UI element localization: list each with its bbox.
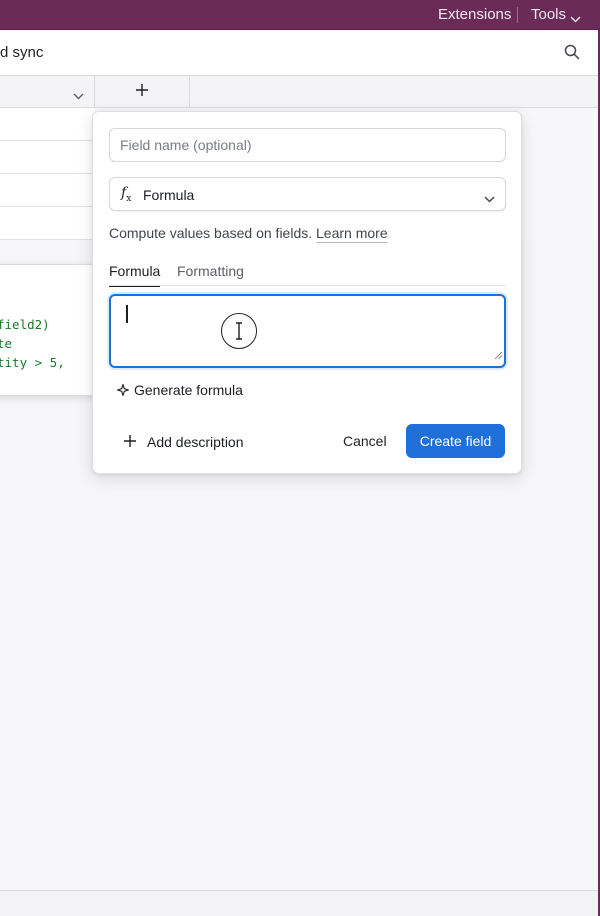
formula-example-popup: field2) te tity > 5, — [0, 264, 102, 396]
text-cursor-icon — [234, 322, 244, 345]
chevron-down-icon[interactable] — [570, 10, 581, 28]
search-icon[interactable] — [564, 44, 580, 65]
learn-more-link[interactable]: Learn more — [316, 225, 388, 243]
view-toolbar: d sync — [0, 30, 600, 76]
tools-menu[interactable]: Tools — [531, 6, 566, 23]
add-field-button[interactable] — [95, 76, 190, 108]
table-row[interactable] — [0, 174, 95, 207]
table-row[interactable] — [0, 207, 95, 240]
app-top-bar: Extensions Tools — [0, 0, 600, 30]
table-row[interactable] — [0, 108, 95, 141]
extensions-menu[interactable]: Extensions — [438, 6, 511, 23]
mouse-cursor-indicator — [221, 313, 257, 349]
field-name-input[interactable] — [109, 128, 506, 162]
plus-icon — [123, 434, 137, 453]
chevron-down-icon — [484, 190, 495, 208]
grid-rows — [0, 108, 95, 240]
create-field-button[interactable]: Create field — [406, 424, 505, 458]
formula-tabs: Formula Formatting — [109, 263, 506, 287]
code-line: tity > 5, — [0, 355, 65, 370]
grid-column-header — [0, 76, 600, 108]
code-line: field2) — [0, 317, 50, 332]
formula-editor[interactable] — [109, 294, 506, 368]
formula-icon: fx — [121, 185, 132, 204]
add-description-label: Add description — [147, 434, 244, 450]
field-type-select[interactable]: fx Formula — [109, 177, 506, 211]
text-caret — [126, 305, 128, 323]
tab-formula[interactable]: Formula — [109, 263, 161, 287]
menu-divider — [517, 7, 518, 23]
field-type-description: Compute values based on fields. Learn mo… — [109, 225, 388, 243]
description-text: Compute values based on fields. — [109, 225, 313, 241]
chevron-down-icon[interactable] — [73, 87, 84, 105]
toolbar-title[interactable]: d sync — [0, 44, 43, 61]
sparkle-icon — [116, 383, 130, 401]
create-field-dialog: fx Formula Compute values based on field… — [92, 111, 522, 474]
cancel-button[interactable]: Cancel — [343, 433, 387, 449]
grid-footer — [0, 890, 600, 916]
field-type-label: Formula — [143, 187, 195, 203]
plus-icon — [135, 83, 149, 102]
generate-formula-label: Generate formula — [134, 382, 243, 398]
resize-handle-icon[interactable] — [494, 347, 503, 365]
column-header-cell[interactable] — [0, 76, 95, 108]
tabs-divider — [109, 285, 506, 286]
table-row[interactable] — [0, 141, 95, 174]
code-line: te — [0, 336, 13, 351]
tab-formatting[interactable]: Formatting — [177, 263, 244, 287]
